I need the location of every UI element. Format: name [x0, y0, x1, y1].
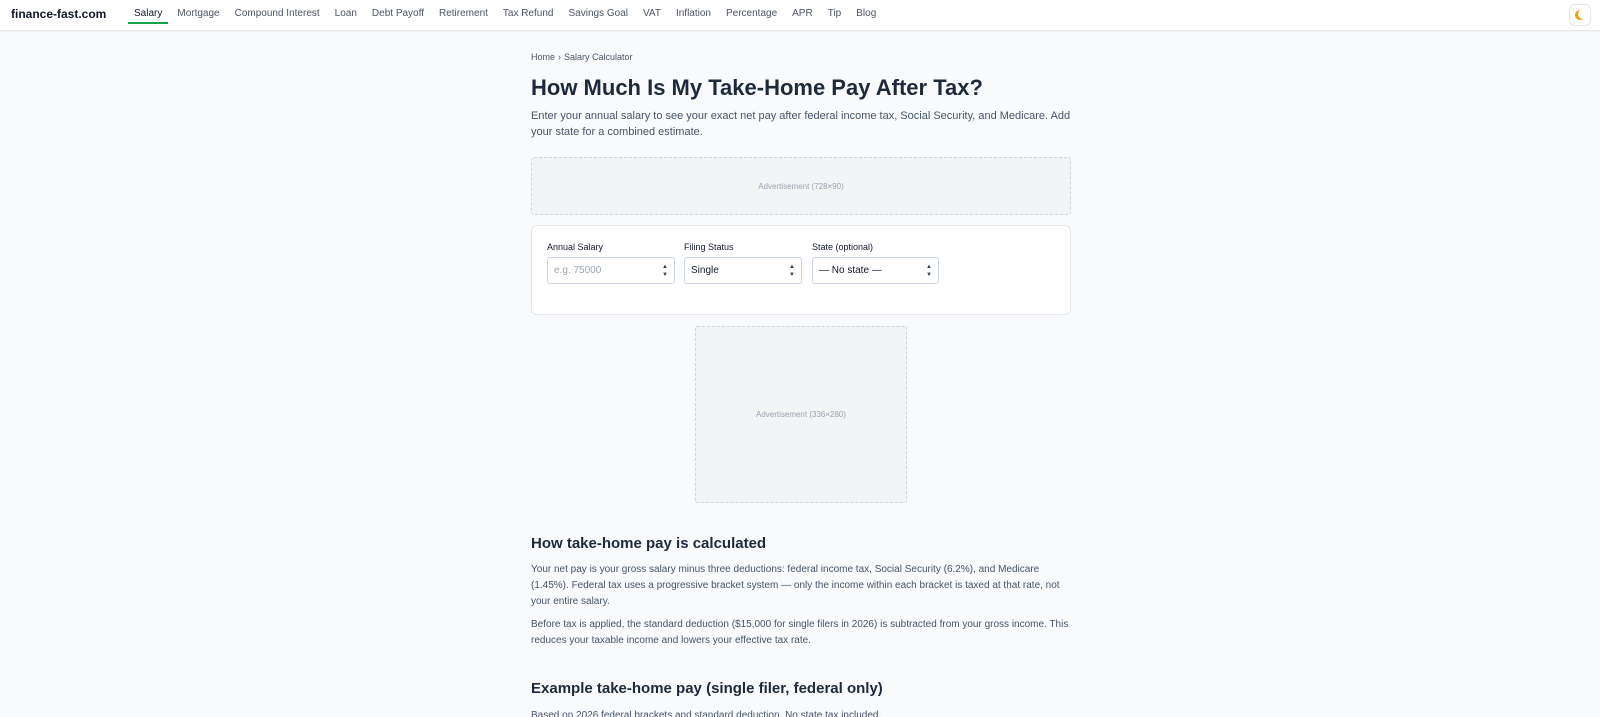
calculation-paragraph-1: Your net pay is your gross salary minus … — [531, 564, 1060, 607]
page-title: How Much Is My Take-Home Pay After Tax? — [531, 75, 983, 100]
salary-input-wrapper: ▲ ▼ — [547, 257, 675, 284]
filing-status-label: Filing Status — [684, 242, 734, 252]
state-value: — No state — — [819, 265, 882, 276]
breadcrumb-current: Salary Calculator — [564, 52, 633, 62]
salary-label: Annual Salary — [547, 242, 604, 252]
calculator-card: Annual Salary ▲ ▼ Filing Status Single ▲… — [531, 225, 1071, 315]
nav-link-salary[interactable]: Salary — [128, 0, 169, 31]
nav-link-compound-interest[interactable]: Compound Interest — [229, 0, 326, 31]
section-heading-calculation: How take-home pay is calculated — [531, 535, 767, 552]
filing-status-select[interactable]: Single ▲ ▼ — [684, 257, 802, 284]
salary-input[interactable] — [554, 265, 668, 276]
nav-link-debt-payoff[interactable]: Debt Payoff — [366, 0, 430, 31]
select-arrows-icon: ▲ ▼ — [789, 264, 795, 278]
theme-toggle-button[interactable] — [1569, 4, 1591, 26]
state-field: State (optional) — No state — ▲ ▼ — [812, 242, 939, 284]
section-heading-example: Example take-home pay (single filer, fed… — [531, 680, 883, 697]
chevron-down-icon: ▼ — [662, 272, 668, 278]
nav-link-retirement[interactable]: Retirement — [433, 0, 494, 31]
chevron-up-icon: ▲ — [662, 264, 668, 270]
moon-icon — [1578, 9, 1588, 19]
nav-link-savings-goal[interactable]: Savings Goal — [563, 0, 634, 31]
filing-status-value: Single — [691, 265, 719, 276]
ad-banner: Advertisement (728×90) — [531, 157, 1071, 215]
ad-box-label: Advertisement (336×280) — [755, 410, 847, 419]
brand-logo[interactable]: finance-fast.com — [11, 7, 106, 21]
nav-link-loan[interactable]: Loan — [329, 0, 363, 31]
breadcrumb: Home › Salary Calculator — [531, 52, 633, 62]
top-nav: finance-fast.com Salary Mortgage Compoun… — [0, 0, 1600, 31]
nav-links: Salary Mortgage Compound Interest Loan D… — [128, 0, 885, 31]
state-label: State (optional) — [812, 242, 874, 252]
salary-stepper[interactable]: ▲ ▼ — [661, 264, 669, 278]
nav-link-mortgage[interactable]: Mortgage — [171, 0, 225, 31]
nav-link-apr[interactable]: APR — [786, 0, 819, 31]
select-arrows-icon: ▲ ▼ — [926, 264, 932, 278]
nav-link-tax-refund[interactable]: Tax Refund — [497, 0, 560, 31]
breadcrumb-home[interactable]: Home — [531, 52, 555, 62]
nav-link-tip[interactable]: Tip — [822, 0, 848, 31]
nav-link-percentage[interactable]: Percentage — [720, 0, 783, 31]
nav-link-blog[interactable]: Blog — [850, 0, 882, 31]
page-intro: Enter your annual salary to see your exa… — [531, 110, 1071, 138]
calculation-paragraph-2: Before tax is applied, the standard dedu… — [531, 619, 1069, 646]
ad-box: Advertisement (336×280) — [695, 326, 907, 503]
nav-link-inflation[interactable]: Inflation — [670, 0, 717, 31]
salary-field: Annual Salary ▲ ▼ — [547, 242, 675, 284]
nav-link-vat[interactable]: VAT — [637, 0, 667, 31]
example-paragraph: Based on 2026 federal brackets and stand… — [531, 710, 882, 717]
state-select[interactable]: — No state — ▲ ▼ — [812, 257, 939, 284]
filing-status-field: Filing Status Single ▲ ▼ — [684, 242, 802, 284]
ad-banner-label: Advertisement (728×90) — [758, 181, 844, 191]
breadcrumb-separator: › — [558, 52, 562, 62]
